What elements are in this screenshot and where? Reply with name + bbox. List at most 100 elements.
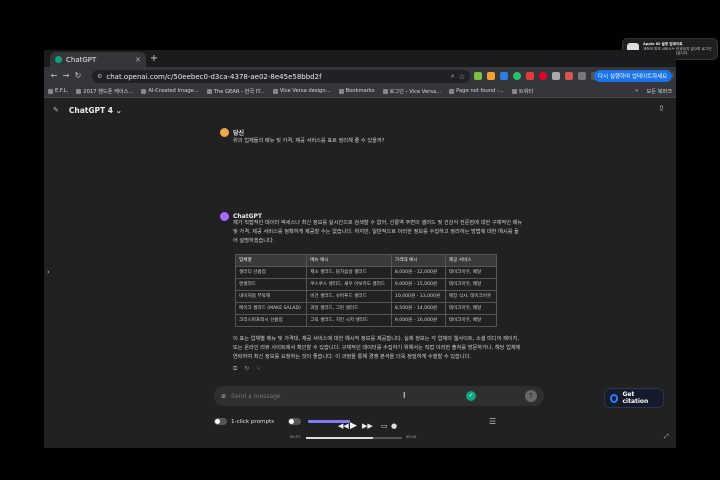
bookmark-item[interactable]: Page not found -... [449, 88, 504, 94]
new-tab-button[interactable]: + [148, 53, 160, 65]
player-progress-track[interactable] [306, 437, 402, 439]
bookmark-favicon-icon [48, 88, 53, 94]
pinterest-icon[interactable] [539, 72, 547, 80]
back-icon[interactable]: ← [48, 70, 60, 82]
one-click-toggle[interactable] [214, 418, 227, 425]
table-row: 엔샐러드 쿠스쿠스 샐러드, 새우 아보카도 샐러드 9,000원 - 15,000… [234, 278, 498, 291]
bookmarks-overflow-button[interactable]: » [635, 88, 638, 94]
user-message-text: 위의 업체들의 메뉴 및 가격, 제공 서비스를 표로 정리해 줄 수 있을까? [233, 138, 385, 144]
address-bar[interactable]: ⚙ chat.openai.com/c/50eebec0-d3ca-4378-a… [92, 70, 470, 83]
table-cell: 크리스피프레시 선릉점 [234, 314, 308, 327]
share-icon[interactable]: ⇪ [658, 104, 665, 113]
table-cell: 8,500원 - 14,000원 [390, 302, 446, 315]
fast-forward-icon[interactable]: ▶▶ [362, 422, 373, 430]
citation-label: Get citation [622, 391, 649, 405]
bookmark-label: Page not found -... [456, 88, 504, 94]
site-info-icon[interactable]: ⚙ [97, 73, 102, 80]
extension-icon[interactable] [487, 72, 495, 80]
table-cell: 비건 샐러드, 슈퍼푸드 샐러드 [306, 290, 392, 303]
extension-green-icon[interactable]: ✓ [466, 391, 477, 401]
more-menu-icon[interactable]: ⋮ [670, 73, 676, 79]
bookmark-item[interactable]: 트위터 [511, 88, 533, 95]
bookmark-favicon-icon [272, 88, 278, 94]
assistant-message-body: 제가 직접적인 데이터 액세스나 최신 정보를 실시간으로 검색할 수 없어, … [233, 219, 523, 373]
filter-settings-icon[interactable]: ☰ [489, 417, 496, 426]
table-row: 메이크 샐러드 (MAKE SALAD) 과일 샐러드, 그린 샐러드 8,500원… [234, 302, 498, 315]
search-icon[interactable]: ⌕ [451, 72, 455, 81]
url-text: chat.openai.com/c/50eebec0-d3ca-4378-ae0… [106, 72, 322, 81]
bookmark-favicon-icon [206, 88, 212, 94]
all-bookmarks-folder[interactable]: 모든 북마크 [646, 88, 672, 95]
bookmark-item[interactable]: 로그인 ‹ Vice Versa... [382, 88, 441, 95]
model-selector[interactable]: ChatGPT 4 ⌄ [69, 106, 122, 115]
bookmark-item[interactable]: Vice Versa design... [272, 88, 331, 94]
regenerate-icon[interactable]: ↻ [244, 365, 249, 373]
table-cell: 메이크 샐러드 (MAKE SALAD) [234, 302, 308, 315]
citation-logo-icon [610, 393, 619, 403]
extension-icon[interactable] [500, 72, 508, 80]
rewind-icon[interactable]: ◀◀ [338, 422, 349, 430]
bookmark-item[interactable]: 2017 핸드폰 케이스... [76, 88, 133, 95]
table-header-cell: 가격대 예시 [390, 254, 446, 267]
chat-header: ✎ ChatGPT 4 ⌄ [44, 98, 676, 122]
table-cell: 테이크아웃, 배달 [444, 302, 498, 315]
play-icon[interactable]: ▶ [350, 421, 357, 431]
copy-icon[interactable]: ⧉ [233, 365, 237, 373]
bookmark-label: The GEAR - 한국 IT... [213, 88, 265, 95]
bookmark-item[interactable]: E.F.L. [48, 88, 68, 94]
update-label: 다시 실행하여 업데이트하세요 [598, 74, 668, 80]
extension-icon[interactable] [474, 72, 482, 80]
table-cell: 9,000원 - 16,000원 [390, 314, 446, 327]
bookmark-favicon-icon [76, 88, 82, 94]
reload-icon[interactable]: ↻ [72, 70, 84, 82]
chatgpt-avatar [220, 212, 229, 221]
attach-icon[interactable]: ⊘ [221, 393, 226, 400]
extension-icon[interactable] [552, 72, 560, 80]
table-header-cell: 업체명 [234, 254, 308, 267]
assistant-outro-text: 이 표는 업체별 메뉴 및 가격대, 제공 서비스에 대한 예시적 정보를 제공… [233, 336, 521, 360]
microphone-icon[interactable]: ● [391, 422, 397, 430]
extension-icon[interactable] [526, 72, 534, 80]
table-cell: 10,000원 - 13,000원 [390, 290, 446, 303]
new-chat-icon[interactable]: ✎ [53, 106, 59, 114]
bookmark-favicon-icon [141, 88, 147, 94]
get-citation-button[interactable]: Get citation [604, 388, 664, 408]
bookmark-label: Bookmarks [345, 88, 375, 94]
table-header-row: 업체명 메뉴 예시 가격대 예시 제공 서비스 [234, 254, 498, 267]
chatgpt-page: ✎ ChatGPT 4 ⌄ ⇪ 당신 위의 업체들의 메뉴 및 가격, 제공 서… [44, 98, 676, 448]
whatsapp-icon[interactable] [513, 72, 521, 80]
assistant-intro-text: 제가 직접적인 데이터 액세스나 최신 정보를 실시간으로 검색할 수 없어, … [233, 220, 523, 244]
captions-icon[interactable]: ▭ [381, 422, 388, 430]
table-cell: 테이크아웃, 배달 [444, 266, 498, 279]
table-cell: 그릭 샐러드, 치킨 시저 샐러드 [306, 314, 392, 327]
message-input[interactable] [231, 392, 462, 400]
audio-player: ◀◀ ▶ ▶▶ ▭ ● 00:57 00:16 [290, 418, 420, 442]
relaunch-update-button[interactable]: 다시 실행하여 업데이트하세요 ⋮ [594, 70, 676, 82]
bookmarks-bar: E.F.L. 2017 핸드폰 케이스... AI-Created Image...… [44, 85, 676, 98]
extension-icon[interactable] [565, 72, 573, 80]
bookmark-item[interactable]: AI-Created Image... [141, 88, 199, 94]
tab-strip: ChatGPT ✕ + [44, 50, 676, 67]
send-button[interactable]: ↑ [525, 390, 537, 402]
thumbs-down-icon[interactable]: ☟ [256, 365, 260, 373]
close-tab-icon[interactable]: ✕ [135, 56, 141, 64]
one-click-prompts: 1-click prompts [214, 418, 302, 425]
player-time-start: 00:57 [290, 435, 301, 439]
bookmark-label: 2017 핸드폰 케이스... [83, 88, 134, 95]
tab-chatgpt[interactable]: ChatGPT ✕ [50, 52, 146, 67]
bookmark-favicon-icon [511, 88, 517, 94]
bookmark-label: AI-Created Image... [148, 88, 199, 94]
browser-window: ChatGPT ✕ + ← → ↻ ⚙ chat.openai.com/c/50… [44, 50, 676, 448]
bookmark-star-icon[interactable]: ☆ [459, 73, 465, 81]
bookmark-label: E.F.L. [55, 88, 69, 94]
expand-icon[interactable]: ⤢ [664, 433, 669, 441]
bookmark-item[interactable]: Bookmarks [338, 88, 375, 94]
sidebar-toggle-icon[interactable]: › [47, 268, 50, 276]
table-header-cell: 메뉴 예시 [306, 254, 392, 267]
text-cursor-icon: I [403, 391, 406, 400]
forward-icon[interactable]: → [60, 70, 72, 82]
table-row: 크리스피프레시 선릉점 그릭 샐러드, 치킨 시저 샐러드 9,000원 - 16,… [234, 314, 498, 327]
table-cell: 샐러디 선릉점 [234, 266, 308, 279]
puzzle-icon[interactable] [578, 72, 586, 80]
bookmark-item[interactable]: The GEAR - 한국 IT... [206, 88, 265, 95]
